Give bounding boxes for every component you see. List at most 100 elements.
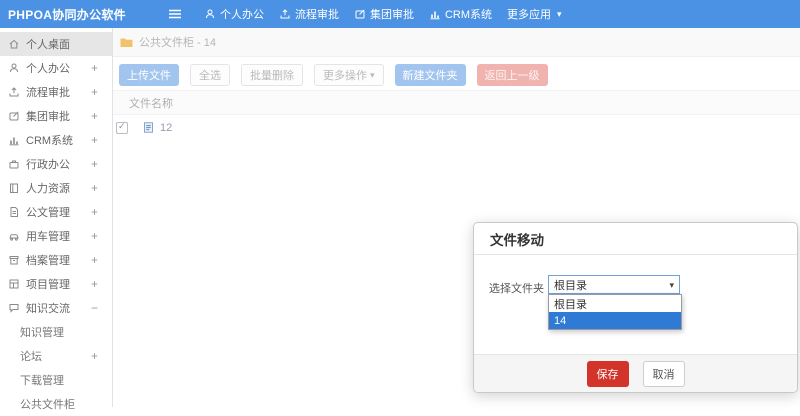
sidebar-item-admin-office[interactable]: 行政办公 + <box>0 152 112 176</box>
car-icon <box>8 230 20 242</box>
sidebar-item-document-management[interactable]: 公文管理 + <box>0 200 112 224</box>
edit-icon <box>8 110 20 122</box>
folder-select-dropdown: 根目录 14 <box>548 294 682 330</box>
row-checkbox[interactable] <box>116 121 128 134</box>
sidebar-item-label: 下载管理 <box>20 375 64 387</box>
edit-icon <box>354 8 366 20</box>
go-up-level-button[interactable]: 返回上一级 <box>476 64 548 86</box>
sidebar-item-personal-desktop[interactable]: 个人桌面 <box>0 32 112 56</box>
topnav-label: 更多应用 <box>507 9 552 21</box>
folder-select[interactable]: 根目录 ▾ <box>548 275 680 294</box>
new-folder-button[interactable]: 新建文件夹 <box>394 64 466 86</box>
cancel-button[interactable]: 取消 <box>642 360 685 387</box>
dropdown-option-14[interactable]: 14 <box>549 312 681 329</box>
sidebar-item-label: 行政办公 <box>26 159 70 171</box>
sidebar-item-label: 公文管理 <box>26 207 70 219</box>
topnav-label: CRM系统 <box>444 9 493 21</box>
sidebar-subitem-forum[interactable]: 论坛 + <box>0 344 112 368</box>
sidebar-item-label: 个人办公 <box>26 63 70 75</box>
caret-down-icon: ▾ <box>370 69 375 80</box>
home-icon <box>8 38 20 50</box>
sidebar-item-vehicle-management[interactable]: 用车管理 + <box>0 224 112 248</box>
topnav-label: 集团审批 <box>369 9 414 21</box>
sidebar-item-label: 档案管理 <box>26 255 70 267</box>
folder-icon <box>120 37 133 48</box>
app-logo: PHPOA协同办公软件 <box>8 7 126 22</box>
hamburger-menu-icon[interactable] <box>168 8 182 20</box>
table-row[interactable]: 12 <box>113 115 800 140</box>
file-name-column-header: 文件名称 <box>113 90 800 115</box>
upload-icon <box>8 86 20 98</box>
sidebar-item-archive-management[interactable]: 档案管理 + <box>0 248 112 272</box>
upload-file-button[interactable]: 上传文件 <box>119 64 179 86</box>
sidebar-item-knowledge-exchange[interactable]: 知识交流 − <box>0 296 112 320</box>
topnav-group-approval[interactable]: 集团审批 <box>354 6 414 22</box>
expand-plus-icon[interactable]: + <box>91 349 98 363</box>
sidebar-subitem-public-file-cabinet[interactable]: 公共文件柜 <box>0 392 112 416</box>
upload-icon <box>279 8 291 20</box>
dialog-title: 文件移动 <box>490 232 544 248</box>
sidebar-item-crm-system[interactable]: CRM系统 + <box>0 128 112 152</box>
topnav-label: 个人办公 <box>219 9 264 21</box>
archive-icon <box>8 254 20 266</box>
topbar: PHPOA协同办公软件 个人办公 流程审批 集团审批 CRM系统 更多应用 ▾ <box>0 0 800 28</box>
chat-icon <box>8 302 20 314</box>
breadcrumb-text: 公共文件柜 - 14 <box>139 37 217 49</box>
select-all-button[interactable]: 全选 <box>190 64 230 86</box>
expand-plus-icon[interactable]: + <box>91 229 98 243</box>
sidebar-item-project-management[interactable]: 项目管理 + <box>0 272 112 296</box>
sidebar-subitem-knowledge-management[interactable]: 知识管理 <box>0 320 112 344</box>
chart-icon <box>429 8 441 20</box>
expand-plus-icon[interactable]: + <box>91 205 98 219</box>
save-button[interactable]: 保存 <box>586 360 629 387</box>
dialog-body: 选择文件夹 根目录 ▾ 根目录 14 <box>474 255 797 355</box>
sidebar-item-group-approval[interactable]: 集团审批 + <box>0 104 112 128</box>
more-actions-button[interactable]: 更多操作 ▾ <box>314 64 384 86</box>
batch-delete-button[interactable]: 批量删除 <box>241 64 303 86</box>
dialog-header: 文件移动 <box>474 223 797 255</box>
sidebar-item-label: 用车管理 <box>26 231 70 243</box>
expand-plus-icon[interactable]: + <box>91 277 98 291</box>
user-icon <box>8 62 20 74</box>
sidebar-item-label: 知识交流 <box>26 303 70 315</box>
chart-icon <box>8 134 20 146</box>
topnav-workflow-approval[interactable]: 流程审批 <box>279 6 339 22</box>
select-folder-label: 选择文件夹 <box>489 283 544 295</box>
collapse-minus-icon[interactable]: − <box>91 301 98 315</box>
expand-plus-icon[interactable]: + <box>91 109 98 123</box>
sidebar-item-label: CRM系统 <box>26 135 74 147</box>
dialog-footer: 保存 取消 <box>474 354 797 392</box>
folder-select-value: 根目录 <box>554 279 587 292</box>
project-icon <box>8 278 20 290</box>
briefcase-icon <box>8 158 20 170</box>
expand-plus-icon[interactable]: + <box>91 181 98 195</box>
sidebar-item-label: 知识管理 <box>20 327 64 339</box>
topnav-personal-office[interactable]: 个人办公 <box>204 6 264 22</box>
file-move-dialog: 文件移动 选择文件夹 根目录 ▾ 根目录 14 保存 取消 <box>473 222 798 393</box>
sidebar: 个人桌面 个人办公 + 流程审批 + 集团审批 + CRM系统 + 行政办公 +… <box>0 28 113 411</box>
sidebar-item-workflow-approval[interactable]: 流程审批 + <box>0 80 112 104</box>
topnav-label: 流程审批 <box>294 9 339 21</box>
topnav-crm-system[interactable]: CRM系统 <box>429 6 492 22</box>
dropdown-option-root[interactable]: 根目录 <box>549 295 681 312</box>
file-name: 12 <box>160 121 173 134</box>
doc-icon <box>8 206 20 218</box>
sidebar-item-label: 个人桌面 <box>26 39 70 51</box>
book-icon <box>8 182 20 194</box>
expand-plus-icon[interactable]: + <box>91 157 98 171</box>
sidebar-subitem-download-management[interactable]: 下载管理 <box>0 368 112 392</box>
toolbar: 上传文件 全选 批量删除 更多操作 ▾ 新建文件夹 返回上一级 <box>119 64 800 86</box>
expand-plus-icon[interactable]: + <box>91 133 98 147</box>
sidebar-item-personal-office[interactable]: 个人办公 + <box>0 56 112 80</box>
sidebar-item-human-resources[interactable]: 人力资源 + <box>0 176 112 200</box>
top-navigation: 个人办公 流程审批 集团审批 CRM系统 更多应用 ▾ <box>204 6 562 22</box>
sidebar-item-label: 论坛 <box>20 351 42 363</box>
sidebar-item-label: 人力资源 <box>26 183 70 195</box>
breadcrumb: 公共文件柜 - 14 <box>113 28 800 57</box>
expand-plus-icon[interactable]: + <box>91 61 98 75</box>
sidebar-item-label: 集团审批 <box>26 111 70 123</box>
sidebar-item-label: 流程审批 <box>26 87 70 99</box>
expand-plus-icon[interactable]: + <box>91 253 98 267</box>
expand-plus-icon[interactable]: + <box>91 85 98 99</box>
topnav-more-apps[interactable]: 更多应用 ▾ <box>507 6 562 22</box>
